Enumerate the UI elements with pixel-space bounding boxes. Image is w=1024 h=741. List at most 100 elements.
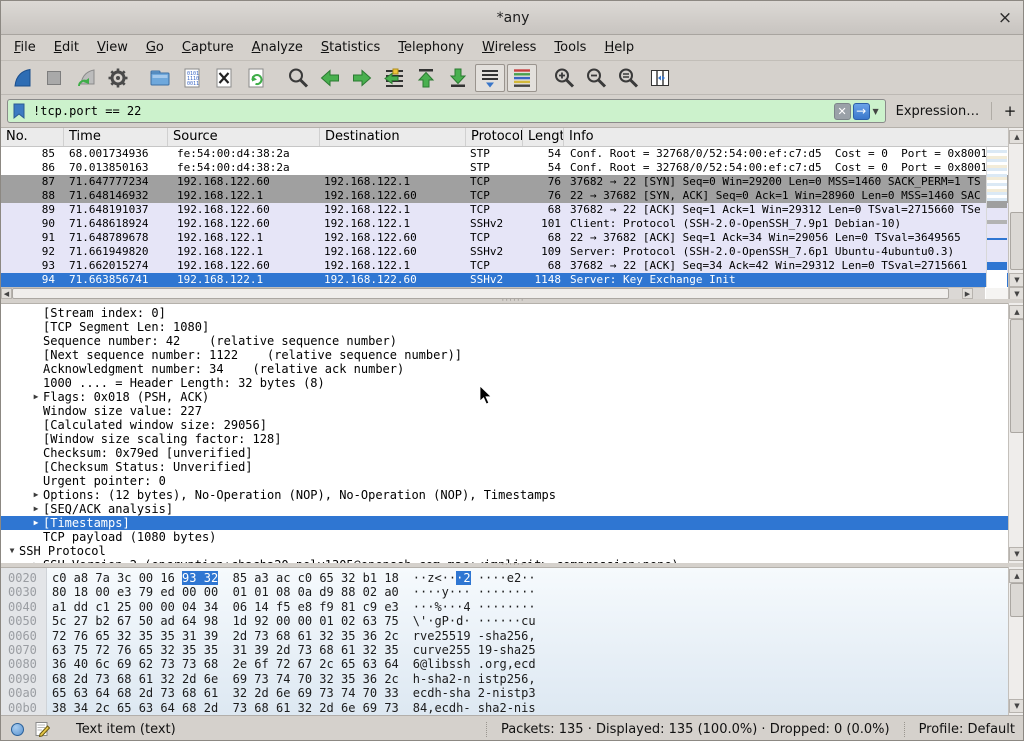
hex-row-0080[interactable]: 008036 40 6c 69 62 73 73 68 2e 6f 72 67 … — [1, 657, 1024, 671]
expert-info-icon[interactable] — [11, 723, 24, 736]
hex-ascii[interactable]: curve255 19-sha25 — [413, 643, 536, 657]
go-to-packet-button[interactable] — [379, 64, 409, 92]
detail-line[interactable]: ▶[SEQ/ACK analysis] — [1, 502, 1008, 516]
detail-line[interactable]: [Window size scaling factor: 128] — [1, 432, 1008, 446]
column-header-no[interactable]: No. — [1, 128, 64, 146]
go-forward-button[interactable] — [347, 64, 377, 92]
hex-ascii[interactable]: ecdh-sha 2-nistp3 — [413, 686, 536, 700]
vscroll-up-icon[interactable]: ▲ — [1009, 305, 1024, 319]
packet-list-header[interactable]: No.TimeSourceDestinationProtocolLengthIn… — [1, 128, 1008, 147]
detail-line[interactable]: Window size value: 227 — [1, 404, 1008, 418]
packet-row-89[interactable]: 8971.648191037192.168.122.60192.168.122.… — [1, 203, 1008, 217]
hex-ascii[interactable]: \'·gP·d· ······cu — [413, 614, 536, 628]
hex-bytes[interactable]: a1 dd c1 25 00 00 04 34 06 14 f5 e8 f9 8… — [52, 600, 399, 614]
packet-row-93[interactable]: 9371.662015274192.168.122.60192.168.122.… — [1, 259, 1008, 273]
hscroll-right-icon[interactable]: ▶ — [962, 288, 973, 299]
resize-columns-button[interactable] — [645, 64, 675, 92]
menu-item-telephony[interactable]: Telephony — [389, 37, 473, 58]
hex-ascii[interactable]: rve25519 -sha256, — [413, 629, 536, 643]
menu-item-analyze[interactable]: Analyze — [243, 37, 312, 58]
expander-collapsed-icon[interactable]: ▶ — [29, 502, 43, 516]
detail-line[interactable]: [Stream index: 0] — [1, 306, 1008, 320]
hex-bytes[interactable]: 63 75 72 76 65 32 35 35 31 39 2d 73 68 6… — [52, 643, 399, 657]
add-filter-button[interactable]: + — [1001, 102, 1019, 120]
find-packet-button[interactable] — [283, 64, 313, 92]
restart-capture-button[interactable] — [71, 64, 101, 92]
hex-bytes[interactable]: 5c 27 b2 67 50 ad 64 98 1d 92 00 00 01 0… — [52, 614, 399, 628]
hex-ascii[interactable]: ··z<···2 ····e2·· — [413, 571, 536, 585]
intelligent-scrollbar-minimap[interactable] — [986, 147, 1007, 287]
detail-vscrollbar[interactable]: ▲ ▼ — [1008, 303, 1024, 563]
menu-item-wireless[interactable]: Wireless — [473, 37, 545, 58]
go-back-button[interactable] — [315, 64, 345, 92]
expander-collapsed-icon[interactable]: ▶ — [29, 488, 43, 502]
hex-row-00b0[interactable]: 00b038 34 2c 65 63 64 68 2d 73 68 61 32 … — [1, 701, 1024, 715]
go-last-packet-button[interactable] — [443, 64, 473, 92]
reload-file-button[interactable] — [241, 64, 271, 92]
hscroll-thumb[interactable] — [12, 288, 949, 299]
capture-comment-icon[interactable] — [34, 721, 50, 737]
vscroll-thumb[interactable] — [1010, 319, 1024, 433]
vscroll-thumb[interactable] — [1010, 212, 1024, 270]
detail-line[interactable]: ▶Flags: 0x018 (PSH, ACK) — [1, 390, 1008, 404]
hex-bytes[interactable]: c0 a8 7a 3c 00 16 93 32 85 a3 ac c0 65 3… — [52, 571, 399, 585]
menu-item-file[interactable]: File — [5, 37, 45, 58]
detail-line[interactable]: Sequence number: 42 (relative sequence n… — [1, 334, 1008, 348]
hex-ascii[interactable]: ···%···4 ········ — [413, 600, 536, 614]
hex-bytes-selected[interactable]: 93 32 — [182, 571, 218, 585]
expander-collapsed-icon[interactable]: ▶ — [29, 390, 43, 404]
column-header-source[interactable]: Source — [168, 128, 320, 146]
column-header-length[interactable]: Length — [523, 128, 564, 146]
packet-row-90[interactable]: 9071.648618924192.168.122.60192.168.122.… — [1, 217, 1008, 231]
vscroll-down-icon[interactable]: ▼ — [1009, 547, 1024, 561]
menu-item-view[interactable]: View — [88, 37, 137, 58]
detail-line[interactable]: TCP payload (1080 bytes) — [1, 530, 1008, 544]
menu-item-capture[interactable]: Capture — [173, 37, 243, 58]
detail-line[interactable]: ▶[Timestamps] — [1, 516, 1008, 530]
detail-line[interactable]: [TCP Segment Len: 1080] — [1, 320, 1008, 334]
filter-apply-icon[interactable]: → — [853, 103, 870, 120]
packet-row-91[interactable]: 9171.648789678192.168.122.1192.168.122.6… — [1, 231, 1008, 245]
hex-bytes[interactable]: 36 40 6c 69 62 73 73 68 2e 6f 72 67 2c 6… — [52, 657, 399, 671]
vscroll-up-icon[interactable]: ▲ — [1009, 130, 1024, 144]
hex-row-0070[interactable]: 007063 75 72 76 65 32 35 35 31 39 2d 73 … — [1, 643, 1024, 657]
hex-row-0030[interactable]: 003080 18 00 e3 79 ed 00 00 01 01 08 0a … — [1, 585, 1024, 599]
detail-line[interactable]: [Next sequence number: 1122 (relative se… — [1, 348, 1008, 362]
zoom-in-button[interactable] — [549, 64, 579, 92]
column-header-info[interactable]: Info — [564, 128, 1008, 146]
hex-bytes[interactable]: 80 18 00 e3 79 ed 00 00 01 01 08 0a d9 8… — [52, 585, 399, 599]
capture-options-button[interactable] — [103, 64, 133, 92]
go-first-packet-button[interactable] — [411, 64, 441, 92]
filter-dropdown-icon[interactable]: ▼ — [870, 107, 882, 116]
hex-row-0060[interactable]: 006072 76 65 32 35 35 31 39 2d 73 68 61 … — [1, 629, 1024, 643]
detail-line[interactable]: ▼SSH Protocol — [1, 544, 1008, 558]
detail-line[interactable]: Acknowledgment number: 34 (relative ack … — [1, 362, 1008, 376]
open-file-button[interactable] — [145, 64, 175, 92]
packet-row-92[interactable]: 9271.661949820192.168.122.1192.168.122.6… — [1, 245, 1008, 259]
column-header-time[interactable]: Time — [64, 128, 168, 146]
packet-list-vscrollbar[interactable]: ▲ ▼ ▼ — [1008, 128, 1024, 299]
detail-line[interactable]: Urgent pointer: 0 — [1, 474, 1008, 488]
hex-bytes[interactable]: 68 2d 73 68 61 32 2d 6e 69 73 74 70 32 3… — [52, 672, 399, 686]
menu-item-tools[interactable]: Tools — [545, 37, 595, 58]
detail-line[interactable]: Checksum: 0x79ed [unverified] — [1, 446, 1008, 460]
filter-value[interactable]: !tcp.port == 22 — [27, 104, 832, 118]
vscroll-down-icon[interactable]: ▼ — [1009, 273, 1024, 287]
packet-row-94[interactable]: 9471.663856741192.168.122.1192.168.122.6… — [1, 273, 1008, 287]
column-header-destination[interactable]: Destination — [320, 128, 466, 146]
packet-row-87[interactable]: 8771.647777234192.168.122.60192.168.122.… — [1, 175, 1008, 189]
detail-line[interactable]: [Checksum Status: Unverified] — [1, 460, 1008, 474]
menu-item-edit[interactable]: Edit — [45, 37, 88, 58]
menu-item-statistics[interactable]: Statistics — [312, 37, 389, 58]
hscroll-left-icon[interactable]: ◀ — [1, 288, 12, 299]
hex-bytes[interactable]: 72 76 65 32 35 35 31 39 2d 73 68 61 32 3… — [52, 629, 399, 643]
packet-row-85[interactable]: 8568.001734936fe:54:00:d4:38:2aSTP54Conf… — [1, 147, 1008, 161]
detail-line[interactable]: ▶Options: (12 bytes), No-Operation (NOP)… — [1, 488, 1008, 502]
hex-row-0020[interactable]: 0020c0 a8 7a 3c 00 16 93 32 85 a3 ac c0 … — [1, 571, 1024, 585]
hex-ascii[interactable]: h-sha2-n istp256, — [413, 672, 536, 686]
filter-bookmark-icon[interactable] — [11, 102, 27, 120]
close-file-button[interactable] — [209, 64, 239, 92]
auto-scroll-button[interactable] — [475, 64, 505, 92]
hex-ascii[interactable]: ····y··· ········ — [413, 585, 536, 599]
menu-item-go[interactable]: Go — [137, 37, 173, 58]
